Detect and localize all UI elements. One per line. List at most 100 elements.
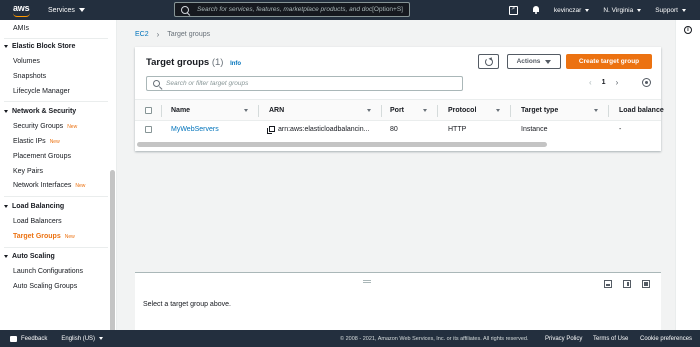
column-separator (510, 105, 511, 117)
search-icon (153, 80, 160, 87)
next-page-button[interactable]: › (616, 78, 619, 87)
language-selector[interactable]: English (US) (61, 336, 104, 342)
column-header-port[interactable]: Port (390, 107, 404, 114)
cookie-preferences-link[interactable]: Cookie preferences (640, 336, 692, 342)
table-row[interactable]: MyWebServers arn:aws:elasticloadbalancin… (135, 121, 661, 139)
sidebar-item-auto-scaling-groups[interactable]: Auto Scaling Groups (13, 283, 77, 290)
sidebar-item-label: Security Groups (13, 123, 64, 130)
port-cell: 80 (390, 126, 398, 133)
panel-full-icon[interactable] (642, 280, 650, 288)
panel-side-icon[interactable] (623, 280, 631, 288)
feedback-label: Feedback (21, 335, 48, 342)
previous-page-button[interactable]: ‹ (589, 78, 592, 87)
copyright-text: © 2008 - 2021, Amazon Web Services, Inc.… (340, 335, 529, 342)
breadcrumb-ec2-link[interactable]: EC2 (135, 31, 149, 38)
gear-icon[interactable] (642, 78, 651, 87)
column-header-target-type[interactable]: Target type (521, 107, 558, 114)
top-navigation: aws Services [Option+S] kevinczar N. Vir… (0, 0, 700, 20)
chevron-down-icon (99, 337, 104, 340)
column-header-protocol[interactable]: Protocol (448, 107, 476, 114)
section-title: Network & Security (12, 108, 77, 115)
column-separator (381, 105, 382, 117)
sort-icon[interactable] (594, 109, 598, 112)
sidebar-item-label: Elastic IPs (13, 138, 46, 145)
sidebar-divider (4, 247, 108, 248)
actions-button[interactable]: Actions (507, 54, 561, 69)
support-label: Support (655, 6, 678, 14)
sidebar-item-launch-configurations[interactable]: Launch Configurations (13, 268, 83, 275)
sort-icon[interactable] (496, 109, 500, 112)
sidebar-section-load-balancing[interactable]: Load Balancing (4, 203, 64, 210)
terms-of-use-link[interactable]: Terms of Use (593, 336, 628, 342)
sidebar-section-auto-scaling[interactable]: Auto Scaling (4, 253, 55, 260)
sidebar-item-lifecycle-manager[interactable]: Lifecycle Manager (13, 88, 70, 95)
region-menu[interactable]: N. Virginia (603, 6, 642, 14)
notifications-button[interactable] (532, 6, 540, 14)
sidebar-item-placement-groups[interactable]: Placement Groups (13, 153, 71, 160)
column-separator (608, 105, 609, 117)
aws-logo[interactable]: aws (10, 2, 36, 18)
sidebar-section-elastic-block-store[interactable]: Elastic Block Store (4, 43, 75, 50)
services-menu-button[interactable]: Services (48, 7, 85, 14)
cloudshell-button[interactable] (508, 5, 518, 15)
refresh-button[interactable] (478, 54, 499, 69)
sort-icon[interactable] (244, 109, 248, 112)
feedback-button[interactable]: Feedback (10, 335, 48, 342)
sidebar-item-elastic-ips[interactable]: Elastic IPs New (13, 138, 60, 145)
sidebar-item-target-groups[interactable]: Target Groups New (13, 233, 75, 240)
caret-down-icon (4, 255, 8, 258)
sort-icon[interactable] (367, 109, 371, 112)
privacy-policy-link[interactable]: Privacy Policy (545, 336, 582, 342)
sidebar-item-load-balancers[interactable]: Load Balancers (13, 218, 62, 225)
sidebar-item-snapshots[interactable]: Snapshots (13, 73, 46, 80)
chevron-down-icon (682, 8, 686, 12)
info-icon[interactable]: i (684, 26, 692, 34)
filter-box[interactable] (146, 76, 463, 91)
column-header-load-balancer[interactable]: Load balance (619, 107, 664, 114)
support-menu[interactable]: Support (655, 7, 686, 14)
sort-icon[interactable] (423, 109, 427, 112)
page-number[interactable]: 1 (602, 79, 606, 86)
create-target-group-button[interactable]: Create target group (566, 54, 652, 69)
new-badge: New (49, 139, 60, 145)
table-header: Name ARN Port Protocol Target type Load … (135, 99, 664, 121)
resize-handle-icon[interactable] (363, 280, 371, 283)
sidebar-item-network-interfaces[interactable]: Network Interfaces New (13, 182, 85, 189)
region-name: N. Virginia (603, 6, 634, 14)
sidebar-divider (4, 196, 108, 197)
sidebar-item-volumes[interactable]: Volumes (13, 58, 40, 65)
info-link[interactable]: Info (230, 61, 241, 67)
account-menu[interactable]: kevinczar (554, 7, 590, 14)
caret-down-icon (4, 205, 8, 208)
right-rail: i (675, 20, 700, 330)
panel-bottom-icon[interactable] (604, 280, 612, 288)
panel-count: (1) (211, 57, 224, 68)
sidebar-divider (4, 101, 108, 102)
global-search[interactable]: [Option+S] (174, 2, 410, 17)
chevron-down-icon (585, 8, 590, 12)
panel-title: Target groups (1) Info (146, 57, 241, 68)
aws-smile-icon (13, 13, 30, 17)
target-group-name-link[interactable]: MyWebServers (171, 126, 219, 133)
sidebar-item-amis[interactable]: AMIs (13, 25, 29, 32)
breadcrumb-current: Target groups (167, 31, 211, 38)
sidebar-item-security-groups[interactable]: Security Groups New (13, 123, 77, 130)
table-horizontal-scrollbar[interactable] (137, 142, 547, 147)
sidebar-scrollbar[interactable] (110, 170, 115, 330)
new-badge: New (64, 234, 75, 240)
search-shortcut-hint: [Option+S] (372, 6, 403, 13)
global-search-input[interactable] (197, 6, 373, 13)
filter-input[interactable] (166, 80, 456, 87)
sidebar-divider (4, 38, 108, 39)
sidebar-item-key-pairs[interactable]: Key Pairs (13, 168, 43, 175)
column-header-arn[interactable]: ARN (269, 107, 284, 114)
chevron-down-icon (637, 8, 642, 12)
sidebar-section-network-security[interactable]: Network & Security (4, 108, 76, 115)
copy-icon[interactable] (267, 126, 275, 134)
sidebar-item-label: Network Interfaces (13, 182, 72, 189)
cloudshell-icon (508, 5, 518, 15)
select-all-checkbox[interactable] (145, 107, 152, 114)
row-checkbox[interactable] (145, 126, 152, 133)
column-header-name[interactable]: Name (171, 107, 190, 114)
chat-icon (10, 335, 17, 342)
